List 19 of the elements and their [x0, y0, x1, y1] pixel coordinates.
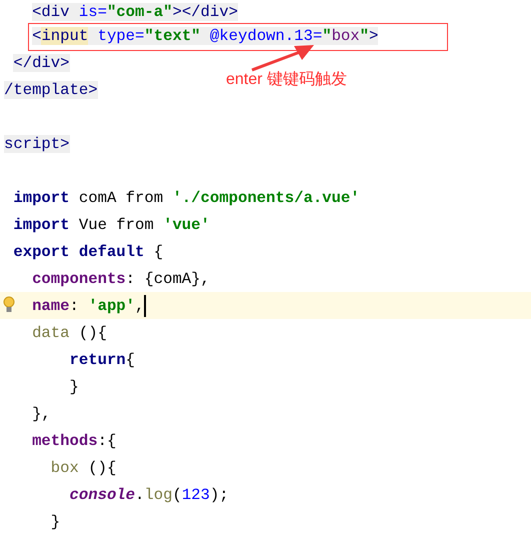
code-line: return{	[70, 350, 136, 370]
code-line: }	[70, 376, 79, 396]
code-line: data (){	[32, 322, 107, 342]
code-line: name: 'app',	[32, 296, 144, 316]
code-line: <div is="com-a"></div>	[32, 2, 238, 22]
lightbulb-icon[interactable]	[3, 296, 15, 314]
code-line: import Vue from 'vue'	[13, 214, 210, 234]
annotation-arrow	[250, 42, 316, 72]
code-line: }	[50, 512, 60, 532]
code-line: methods:{	[32, 430, 116, 450]
code-line: box (){	[50, 458, 116, 478]
code-line: console.log(123);	[70, 484, 229, 504]
text-cursor	[144, 294, 146, 316]
code-line: <input type="text" @keydown.13="box">	[32, 26, 378, 46]
annotation-label: enter 键键码触发	[226, 70, 347, 90]
code-line: components: {comA},	[32, 268, 210, 288]
code-line: import comA from './components/a.vue'	[13, 188, 360, 208]
code-line: },	[32, 404, 51, 424]
code-line: export default {	[13, 242, 164, 262]
